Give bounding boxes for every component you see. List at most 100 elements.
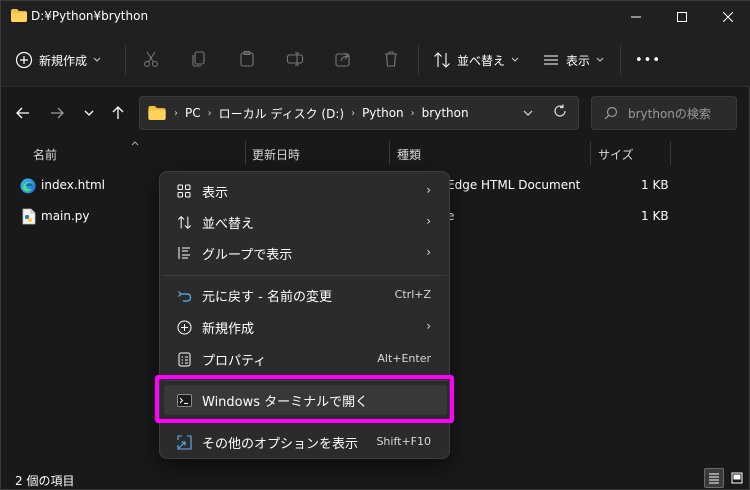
back-button[interactable]	[11, 99, 35, 127]
breadcrumb-brython[interactable]: brython	[422, 106, 469, 120]
details-view-button[interactable]	[704, 468, 724, 488]
column-header-name[interactable]: 名前	[33, 146, 57, 163]
edge-icon	[20, 178, 36, 194]
more-dots: •••	[635, 52, 662, 68]
minimize-icon	[631, 16, 641, 18]
command-bar: 新規作成 並べ替え 表示 •••	[1, 33, 750, 87]
toolbar-divider	[620, 45, 621, 75]
address-dropdown-button[interactable]	[523, 106, 533, 120]
menu-item-sort[interactable]: 並べ替え ›	[164, 207, 447, 237]
menu-item-label: グループで表示	[202, 248, 293, 263]
minimize-button[interactable]	[613, 1, 659, 33]
sort-button[interactable]: 並べ替え	[433, 45, 519, 75]
arrow-right-icon	[51, 107, 64, 119]
column-divider[interactable]	[670, 141, 671, 165]
properties-icon	[176, 351, 192, 367]
search-box[interactable]: brythonの検索	[591, 96, 737, 130]
breadcrumb-local-disk[interactable]: ローカル ディスク (D:)	[219, 105, 344, 122]
plus-circle-icon	[15, 51, 33, 69]
new-button[interactable]: 新規作成	[15, 45, 101, 75]
list-view-icon	[544, 55, 558, 65]
breadcrumb-separator-icon: ›	[207, 107, 212, 119]
refresh-icon	[554, 104, 566, 117]
column-divider[interactable]	[590, 141, 591, 165]
submenu-arrow-icon: ›	[426, 245, 431, 259]
group-icon	[176, 245, 192, 261]
rename-icon	[286, 52, 304, 66]
view-label: 表示	[566, 53, 591, 68]
column-header-size[interactable]: サイズ	[598, 146, 634, 163]
undo-icon	[176, 287, 192, 303]
submenu-arrow-icon: ›	[426, 319, 431, 333]
menu-item-label: 新規作成	[202, 322, 255, 337]
breadcrumb-pc[interactable]: PC	[185, 106, 201, 120]
chevron-down-icon	[511, 57, 519, 62]
new-label: 新規作成	[39, 53, 88, 68]
file-size: 1 KB	[641, 209, 669, 223]
forward-button[interactable]	[45, 99, 69, 127]
arrow-up-icon	[112, 106, 124, 119]
breadcrumb-python[interactable]: Python	[362, 106, 404, 120]
paste-button[interactable]	[236, 48, 258, 70]
column-header-type[interactable]: 種類	[397, 146, 421, 163]
search-placeholder: brythonの検索	[628, 106, 711, 121]
thumbnail-view-button[interactable]	[727, 468, 747, 488]
plus-circle-icon	[176, 319, 192, 335]
rename-button[interactable]	[284, 48, 306, 70]
breadcrumb-separator-icon: ›	[351, 107, 356, 119]
close-button[interactable]	[705, 1, 750, 33]
menu-item-show-more-options[interactable]: その他のオプションを表示 Shift+F10	[164, 427, 447, 457]
breadcrumb-separator-icon: ›	[174, 107, 178, 119]
close-icon	[723, 12, 733, 22]
column-divider[interactable]	[389, 141, 390, 165]
menu-item-label: 元に戻す - 名前の変更	[202, 290, 332, 305]
arrow-left-icon	[16, 107, 29, 119]
search-icon	[604, 106, 618, 120]
grid-icon	[176, 183, 192, 199]
menu-item-view[interactable]: 表示 ›	[164, 176, 447, 206]
copy-button[interactable]	[188, 48, 210, 70]
file-name: index.html	[41, 178, 105, 192]
menu-item-properties[interactable]: プロパティ Alt+Enter	[164, 344, 447, 374]
scissors-icon	[143, 51, 159, 68]
trash-icon	[385, 51, 397, 67]
menu-separator	[164, 275, 447, 276]
file-type: Edge HTML Document	[447, 178, 581, 192]
menu-item-shortcut: Shift+F10	[376, 435, 431, 448]
folder-icon	[148, 106, 166, 120]
menu-item-group-by[interactable]: グループで表示 ›	[164, 238, 447, 268]
column-header-modified[interactable]: 更新日時	[252, 146, 300, 163]
copy-icon	[192, 51, 205, 67]
address-bar[interactable]: › PC › ローカル ディスク (D:) › Python › brython	[139, 96, 579, 130]
maximize-icon	[677, 12, 687, 22]
menu-item-shortcut: Alt+Enter	[377, 352, 431, 365]
title-bar: D:¥Python¥brython	[1, 1, 750, 33]
sort-ascending-icon	[131, 141, 139, 146]
menu-item-label: その他のオプションを表示	[202, 437, 359, 452]
details-view-icon	[709, 473, 719, 484]
recent-locations-button[interactable]	[77, 99, 101, 127]
column-divider[interactable]	[245, 141, 246, 165]
sort-icon	[434, 52, 450, 68]
more-options-icon	[176, 434, 192, 450]
more-button[interactable]: •••	[635, 45, 661, 75]
chevron-down-icon	[93, 57, 101, 62]
delete-button[interactable]	[380, 48, 402, 70]
breadcrumb-separator-icon: ›	[410, 107, 415, 119]
cut-button[interactable]	[140, 48, 162, 70]
view-button[interactable]: 表示	[542, 45, 604, 75]
menu-item-new[interactable]: 新規作成 ›	[164, 312, 447, 342]
python-file-icon	[22, 208, 36, 225]
refresh-button[interactable]	[553, 104, 567, 121]
highlight-box	[155, 375, 454, 423]
folder-icon	[11, 9, 27, 22]
maximize-button[interactable]	[659, 1, 705, 33]
up-button[interactable]	[106, 99, 130, 127]
file-name: main.py	[41, 209, 90, 223]
clipboard-icon	[240, 50, 254, 67]
toolbar-divider	[418, 45, 419, 75]
status-item-count: 2 個の項目	[15, 474, 75, 488]
menu-item-undo[interactable]: 元に戻す - 名前の変更 Ctrl+Z	[164, 280, 447, 310]
chevron-down-icon	[596, 57, 604, 62]
share-button[interactable]	[332, 48, 354, 70]
